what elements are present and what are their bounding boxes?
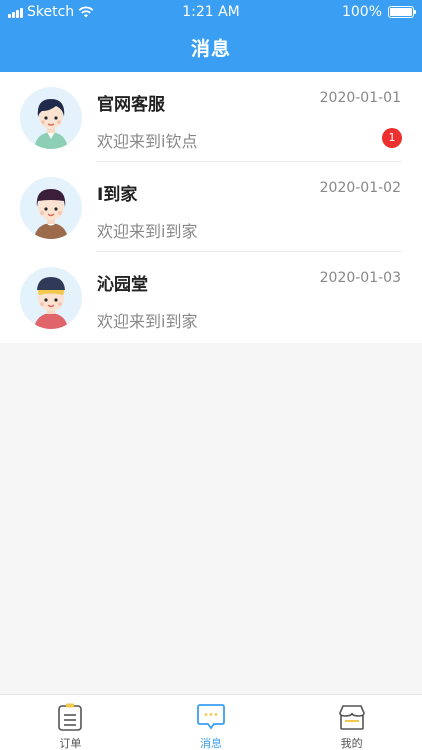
message-sender: 官网客服 <box>97 95 165 115</box>
tab-messages[interactable]: 消息 <box>141 695 282 750</box>
message-item[interactable]: I到家 2020-01-02 欢迎来到i到家 <box>0 162 422 252</box>
boy-avatar-icon <box>20 177 82 239</box>
page-title: 消息 <box>190 38 231 60</box>
message-item[interactable]: 沁园堂 2020-01-03 欢迎来到i到家 <box>0 252 422 342</box>
unread-badge: 1 <box>382 128 402 148</box>
tab-label: 订单 <box>59 737 82 750</box>
message-sender: I到家 <box>97 185 138 205</box>
order-list-icon <box>58 703 83 731</box>
battery-icon <box>388 6 416 18</box>
tab-mine[interactable]: 我的 <box>281 695 422 750</box>
girl-avatar-icon <box>20 87 82 149</box>
message-date: 2020-01-02 <box>319 180 401 196</box>
app-header: Sketch 1:21 AM 100% 消息 <box>0 0 422 72</box>
message-date: 2020-01-03 <box>319 270 401 286</box>
store-icon <box>338 705 365 730</box>
message-date: 2020-01-01 <box>319 90 401 106</box>
message-sender: 沁园堂 <box>97 275 148 295</box>
tab-bar: 订单 消息 我的 <box>0 694 422 750</box>
message-preview: 欢迎来到i到家 <box>97 312 198 331</box>
tab-label: 我的 <box>340 737 363 750</box>
message-preview: 欢迎来到i钦点 <box>97 132 198 151</box>
cap-boy-avatar-icon <box>20 267 82 329</box>
message-preview: 欢迎来到i到家 <box>97 222 198 241</box>
status-bar: Sketch 1:21 AM 100% <box>0 0 422 24</box>
tab-label: 消息 <box>200 737 222 750</box>
tab-orders[interactable]: 订单 <box>0 695 141 750</box>
message-list: 官网客服 2020-01-01 欢迎来到i钦点 1 I到家 2020-01-02… <box>0 72 422 343</box>
status-right: 100% <box>341 4 416 20</box>
message-bubble-icon <box>197 704 225 730</box>
battery-percent: 100% <box>341 4 382 20</box>
message-item[interactable]: 官网客服 2020-01-01 欢迎来到i钦点 1 <box>0 72 422 162</box>
